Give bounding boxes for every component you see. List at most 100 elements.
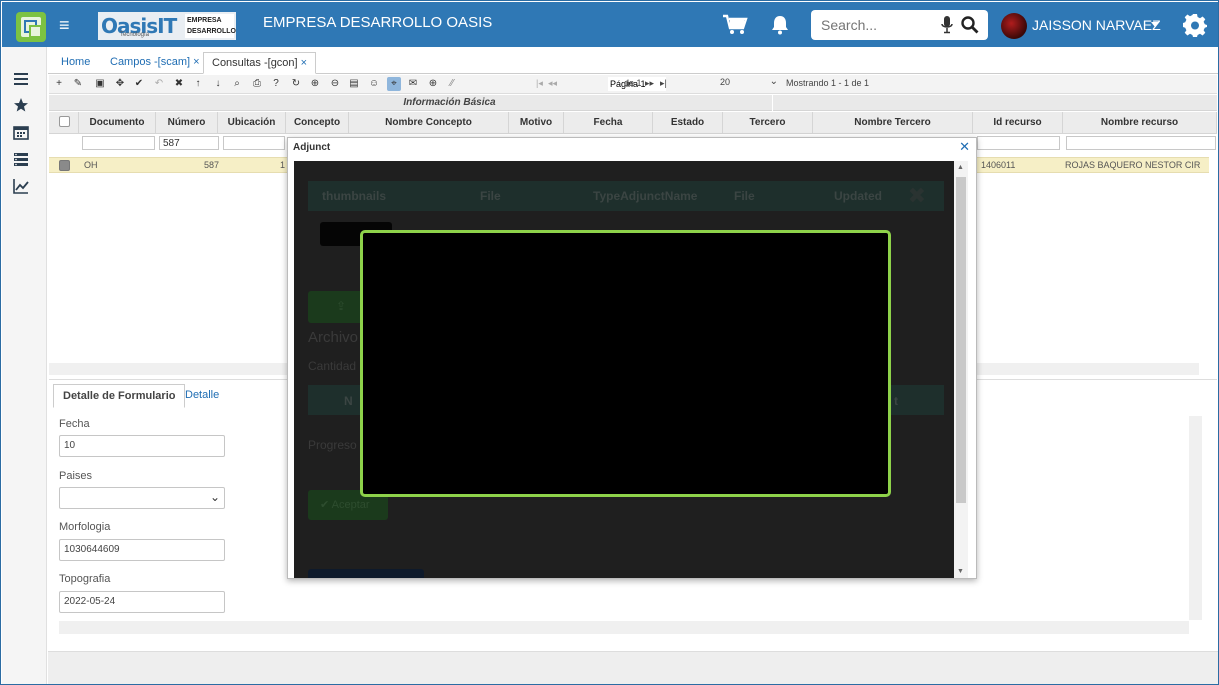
- cart-icon[interactable]: [722, 14, 748, 36]
- bell-icon[interactable]: [771, 15, 789, 35]
- scroll-down-icon[interactable]: ▼: [957, 568, 964, 575]
- footer-bar: [48, 651, 1218, 684]
- rows-per-page-select[interactable]: 20 ⌄: [720, 76, 780, 91]
- search-box: [811, 10, 988, 40]
- move-icon[interactable]: ✥: [113, 77, 127, 91]
- fecha-field[interactable]: 10: [59, 435, 225, 457]
- column-header[interactable]: Nombre recurso: [1063, 112, 1217, 134]
- records-summary: Mostrando 1 - 1 de 1: [786, 78, 870, 88]
- dialog-vertical-scrollbar[interactable]: ▲ ▼: [954, 161, 968, 578]
- tab-consultas[interactable]: Consultas -[gcon] ×: [203, 52, 317, 74]
- close-icon[interactable]: ×: [193, 56, 199, 68]
- add-circle-icon[interactable]: ⊕: [426, 77, 440, 91]
- comment-icon[interactable]: ▤: [347, 77, 361, 91]
- close-icon[interactable]: ×: [301, 57, 307, 69]
- morfologia-field[interactable]: 1030644609: [59, 539, 225, 561]
- filter-nombre-recurso[interactable]: [1066, 136, 1216, 150]
- column-header[interactable]: Concepto: [286, 112, 349, 134]
- accept-label: Aceptar: [331, 499, 370, 511]
- zoom-in-icon[interactable]: ⊕: [308, 77, 322, 91]
- filter-ubicacion[interactable]: [223, 136, 285, 150]
- app-window: ≡ OasisIT Tecnología EMPRESA DESARROLLO …: [0, 0, 1219, 685]
- star-icon[interactable]: [13, 97, 29, 113]
- scroll-up-icon[interactable]: ▲: [957, 164, 964, 171]
- next-page-icon[interactable]: ▸▸: [645, 78, 654, 89]
- arrow-up-icon[interactable]: ↑: [191, 77, 205, 91]
- tab-detalle-formulario[interactable]: Detalle de Formulario: [53, 384, 186, 408]
- gear-icon[interactable]: [1183, 13, 1207, 37]
- column-header: TypeAdjunctName: [593, 189, 698, 203]
- avatar[interactable]: [1001, 13, 1027, 39]
- row-checkbox[interactable]: [59, 160, 70, 171]
- tab-bar: Home Campos -[scam] × Consultas -[gcon] ×: [48, 47, 1218, 74]
- undo-icon[interactable]: ↶: [152, 77, 166, 91]
- page-count: de 1: [624, 78, 642, 88]
- zoom-out-icon[interactable]: ⊖: [328, 77, 342, 91]
- detail-vertical-scrollbar[interactable]: [1189, 416, 1202, 620]
- database-icon[interactable]: [13, 151, 29, 167]
- cantidad-label: Cantidad: [308, 359, 357, 373]
- close-icon[interactable]: ✕: [959, 139, 970, 155]
- chart-line-icon[interactable]: [13, 178, 29, 194]
- field-label: Paises: [59, 470, 93, 482]
- column-header[interactable]: Ubicación: [218, 112, 286, 134]
- tab-home[interactable]: Home: [53, 52, 98, 74]
- microphone-icon[interactable]: [941, 16, 953, 34]
- search-input[interactable]: [821, 16, 941, 34]
- column-header: File: [734, 189, 755, 203]
- chevron-down-icon[interactable]: [1151, 22, 1159, 27]
- field-label: Morfologia: [59, 521, 111, 533]
- topografia-field[interactable]: 2022-05-24: [59, 591, 225, 613]
- refresh-icon[interactable]: ↻: [289, 77, 303, 91]
- user-icon[interactable]: ☺: [367, 77, 381, 91]
- list-icon[interactable]: [13, 71, 29, 87]
- check-icon[interactable]: ✔: [132, 77, 146, 91]
- edit-icon[interactable]: ✎: [71, 77, 85, 91]
- resize-icon[interactable]: ⁄⁄: [445, 77, 459, 91]
- prev-page-icon[interactable]: ◂◂: [548, 78, 557, 89]
- menu-icon[interactable]: ≡: [59, 14, 77, 36]
- column-header[interactable]: Fecha: [564, 112, 653, 134]
- tab-campos[interactable]: Campos -[scam] ×: [102, 52, 208, 74]
- last-page-icon[interactable]: ▸|: [660, 78, 667, 89]
- filter-numero[interactable]: [159, 136, 219, 150]
- help-icon[interactable]: ?: [269, 77, 283, 91]
- preview-panel[interactable]: [360, 230, 891, 497]
- tab-campos-label: Campos -[scam]: [110, 56, 191, 68]
- column-header: thumbnails: [322, 189, 387, 203]
- mail-icon[interactable]: ✉: [406, 77, 420, 91]
- attachments-table-header: thumbnails File TypeAdjunctName File Upd…: [308, 181, 944, 211]
- app-logo-icon[interactable]: [16, 12, 46, 42]
- calendar-icon[interactable]: ▣: [93, 77, 107, 91]
- column-header[interactable]: Número: [156, 112, 218, 134]
- column-header[interactable]: Tercero: [723, 112, 813, 134]
- select-all-checkbox[interactable]: [59, 116, 70, 127]
- print-icon[interactable]: ⎙: [250, 77, 264, 91]
- close-icon[interactable]: ✖: [908, 183, 926, 209]
- archivo-heading: Archivo: [308, 329, 359, 346]
- company-name: EMPRESA DESARROLLO OASIS: [263, 14, 493, 31]
- user-name[interactable]: JAISSON NARVAEZ: [1032, 17, 1161, 33]
- column-header[interactable]: Nombre Tercero: [813, 112, 973, 134]
- attachment-icon[interactable]: ⌖: [387, 77, 401, 91]
- column-header[interactable]: Estado: [653, 112, 723, 134]
- column-header[interactable]: Id recurso: [973, 112, 1063, 134]
- column-header[interactable]: Documento: [79, 112, 156, 134]
- column-header[interactable]: Nombre Concepto: [349, 112, 509, 134]
- calendar-icon[interactable]: [13, 124, 29, 140]
- column-header[interactable]: Motivo: [509, 112, 564, 134]
- detail-horizontal-scrollbar[interactable]: [59, 621, 1189, 634]
- tab-detalle[interactable]: Detalle: [176, 384, 228, 408]
- filter-documento[interactable]: [82, 136, 155, 150]
- scrollbar-thumb[interactable]: [956, 177, 966, 503]
- first-page-icon[interactable]: |◂: [536, 78, 543, 89]
- arrow-down-icon[interactable]: ↓: [211, 77, 225, 91]
- delete-icon[interactable]: ✖: [172, 77, 186, 91]
- filter-id-recurso[interactable]: [977, 136, 1060, 150]
- search-icon[interactable]: [961, 16, 979, 34]
- add-icon[interactable]: +: [52, 77, 66, 91]
- bottom-button[interactable]: [308, 569, 424, 578]
- find-icon[interactable]: ⌕: [230, 77, 244, 91]
- paises-select[interactable]: ⌄: [59, 487, 225, 509]
- select-all-header: [49, 112, 79, 134]
